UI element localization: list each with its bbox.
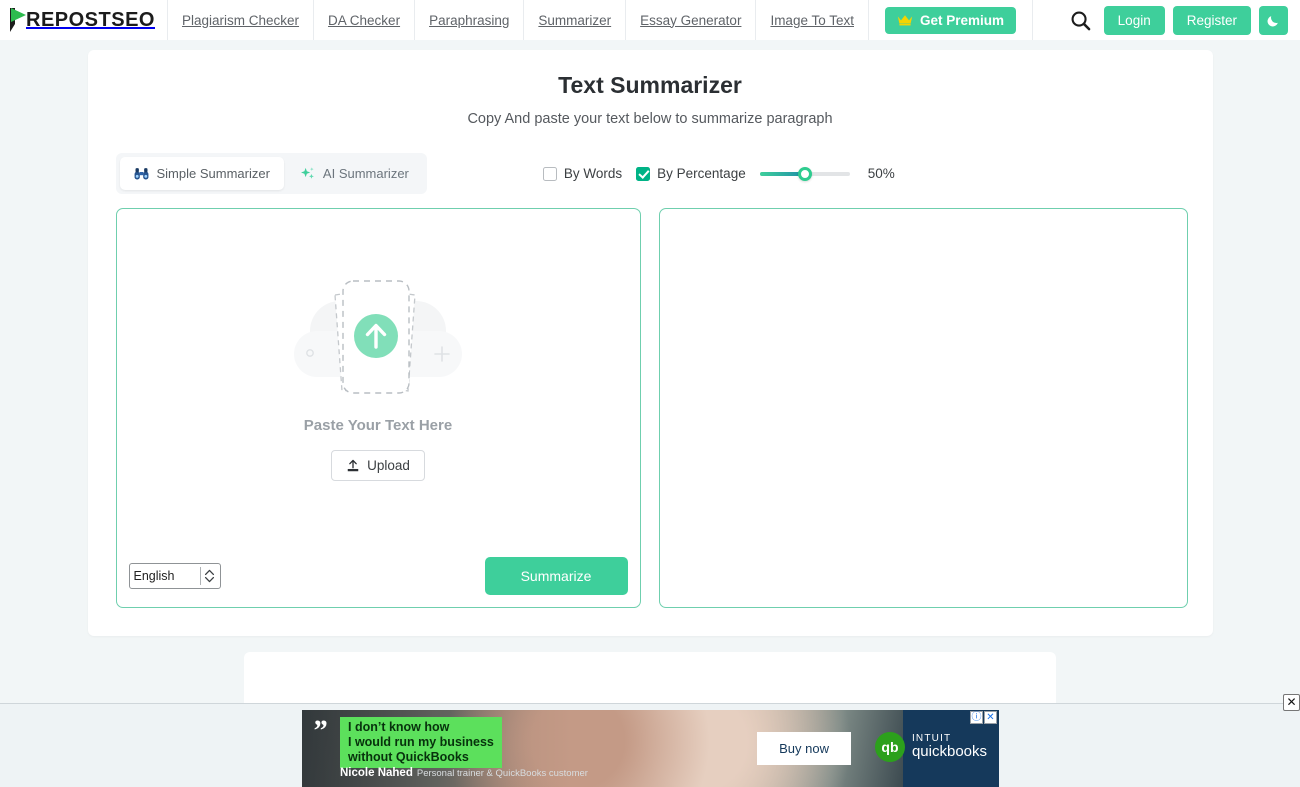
- ad-headline: I don’t know how I would run my business…: [340, 717, 502, 769]
- percentage-value: 50%: [867, 166, 895, 181]
- output-text: [660, 209, 1187, 237]
- primary-nav: Plagiarism Checker DA Checker Paraphrasi…: [166, 0, 869, 40]
- page-title: Text Summarizer: [558, 72, 742, 98]
- option-by-percentage[interactable]: By Percentage: [636, 166, 746, 181]
- ad-byline: Nicole Nahed Personal trainer & QuickBook…: [340, 763, 588, 781]
- nav-item-plagiarism-checker[interactable]: Plagiarism Checker: [166, 0, 313, 40]
- ad-close-button[interactable]: ✕: [1283, 694, 1300, 711]
- search-button[interactable]: [1066, 5, 1096, 35]
- input-panel-footer: English Summarize: [117, 557, 640, 595]
- summary-options: By Words By Percentage 50%: [542, 165, 895, 183]
- input-panel: Paste Your Text Here Upload English Summ…: [115, 208, 641, 608]
- get-premium-label: Get Premium: [920, 12, 1005, 28]
- advertisement[interactable]: ” I don’t know how I would run my busine…: [302, 710, 999, 787]
- ad-brand-bottom: quickbooks: [911, 743, 987, 761]
- ad-quote-mark: ”: [312, 714, 327, 747]
- site-logo[interactable]: REPOSTSEO: [0, 0, 167, 40]
- editor-panels: Paste Your Text Here Upload English Summ…: [115, 208, 1188, 608]
- binoculars-icon: [134, 168, 148, 180]
- ad-headline-line-2: I would run my business: [348, 734, 494, 749]
- crown-icon: [897, 15, 913, 26]
- premium-section: Get Premium: [869, 0, 1034, 40]
- ad-headline-line-1: I don’t know how: [348, 720, 450, 734]
- ad-bar: ” I don’t know how I would run my busine…: [0, 694, 1300, 787]
- ad-brand-wordmark: INTUIT quickbooks: [911, 733, 987, 761]
- language-select[interactable]: English: [128, 563, 221, 589]
- upload-illustration: [294, 280, 462, 394]
- text-drop-zone[interactable]: Paste Your Text Here Upload: [117, 209, 640, 545]
- upload-button-label: Upload: [367, 458, 410, 473]
- ad-byline-role: Personal trainer & QuickBooks customer: [416, 768, 588, 779]
- search-icon: [1071, 11, 1091, 30]
- sparkles-icon: [300, 167, 314, 179]
- nav-item-essay-generator[interactable]: Essay Generator: [625, 0, 755, 40]
- page-subtitle: Copy And paste your text below to summar…: [467, 111, 833, 127]
- header-actions: Login Register: [1066, 5, 1300, 35]
- tab-ai-summarizer[interactable]: AI Summarizer: [286, 157, 423, 190]
- tab-simple-summarizer[interactable]: Simple Summarizer: [119, 157, 284, 190]
- ad-byline-name: Nicole Nahed: [340, 767, 413, 779]
- ad-cta-button[interactable]: Buy now: [757, 732, 851, 765]
- quickbooks-mark-icon: qb: [874, 732, 905, 762]
- by-percentage-checkbox[interactable]: [636, 166, 651, 181]
- dark-mode-toggle[interactable]: [1259, 5, 1288, 35]
- by-words-label: By Words: [563, 166, 623, 181]
- summarize-button[interactable]: Summarize: [484, 557, 628, 595]
- language-select-wrapper: English: [128, 563, 221, 589]
- mode-tabs: Simple Summarizer AI Summarizer: [115, 153, 427, 194]
- logo-wordmark: REPOSTSEO: [26, 8, 155, 31]
- page-body: Text Summarizer Copy And paste your text…: [0, 40, 1300, 787]
- upload-button[interactable]: Upload: [331, 450, 425, 481]
- ad-brand-logo: qb INTUIT quickbooks: [874, 732, 987, 762]
- output-panel[interactable]: [658, 208, 1188, 608]
- summarizer-toolbar: Simple Summarizer AI Summarizer By Words: [115, 153, 1185, 194]
- by-percentage-label: By Percentage: [657, 166, 746, 181]
- register-button[interactable]: Register: [1172, 5, 1251, 35]
- ad-dismiss-icon[interactable]: ✕: [984, 711, 997, 724]
- moon-icon: [1267, 15, 1278, 26]
- site-header: REPOSTSEO Plagiarism Checker DA Checker …: [0, 0, 1300, 40]
- nav-item-paraphrasing[interactable]: Paraphrasing: [414, 0, 523, 40]
- login-button[interactable]: Login: [1103, 5, 1165, 35]
- get-premium-button[interactable]: Get Premium: [885, 6, 1017, 34]
- paste-text-label: Paste Your Text Here: [303, 417, 453, 434]
- slider-thumb[interactable]: [797, 166, 812, 181]
- nav-item-image-to-text[interactable]: Image To Text: [755, 0, 869, 40]
- nav-item-da-checker[interactable]: DA Checker: [313, 0, 414, 40]
- tab-ai-summarizer-label: AI Summarizer: [322, 166, 409, 181]
- option-by-words[interactable]: By Words: [542, 166, 623, 181]
- ad-info-icon[interactable]: ⓘ: [970, 711, 983, 724]
- percentage-slider[interactable]: [759, 165, 850, 183]
- summarizer-card: Text Summarizer Copy And paste your text…: [87, 50, 1213, 636]
- upload-icon: [347, 459, 359, 471]
- nav-item-summarizer[interactable]: Summarizer: [523, 0, 625, 40]
- tab-simple-summarizer-label: Simple Summarizer: [156, 166, 270, 181]
- by-words-checkbox[interactable]: [542, 166, 557, 181]
- ad-choices-badges: ⓘ ✕: [970, 711, 997, 724]
